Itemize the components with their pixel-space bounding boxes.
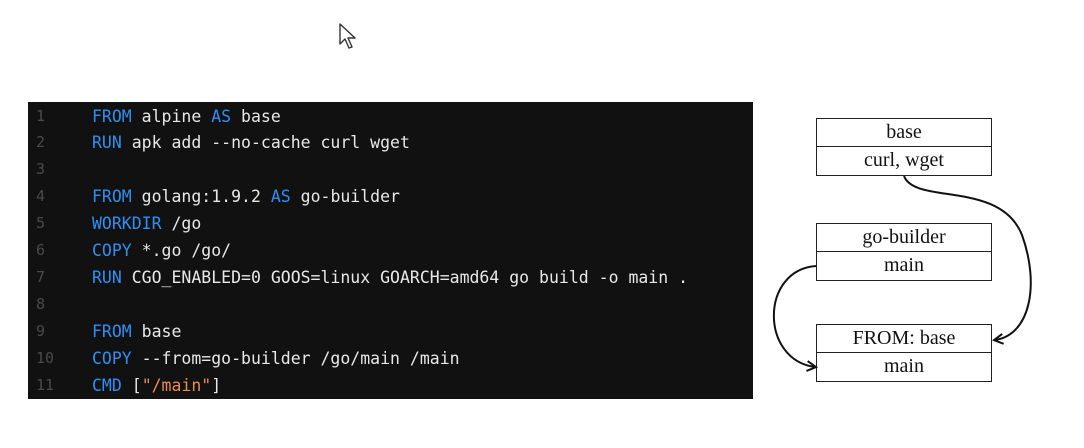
stage-arrows — [773, 175, 1032, 448]
slide: 1 FROM alpine AS base 2 RUN apk add --no-ca… — [0, 0, 1084, 448]
arrow-base-to-final — [903, 175, 1032, 340]
arrow-builder-to-final — [773, 265, 816, 367]
